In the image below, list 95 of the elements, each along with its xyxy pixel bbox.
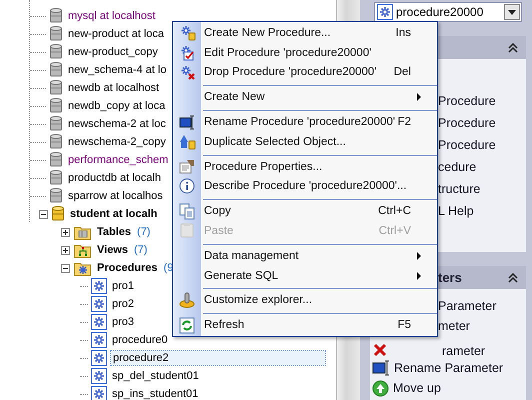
panel-link[interactable]: L Help	[438, 204, 474, 218]
database-icon	[50, 152, 62, 168]
database-icon	[50, 116, 62, 132]
info-icon	[178, 178, 196, 195]
item-count: (7)	[134, 244, 148, 256]
collapse-icon[interactable]	[508, 272, 518, 282]
database-icon	[52, 206, 64, 222]
database-label[interactable]: mysql at localhost	[66, 9, 158, 23]
rename-icon	[178, 114, 196, 131]
collapse-icon[interactable]	[61, 264, 70, 272]
panel-link[interactable]: Move up	[393, 381, 441, 395]
database-label[interactable]: productdb at localh	[66, 171, 163, 185]
procedure-item[interactable]: sp_del_student01	[110, 369, 201, 383]
procedure-item[interactable]: pro2	[110, 297, 136, 311]
panel-link[interactable]: rameter	[442, 344, 486, 358]
database-icon	[50, 170, 62, 186]
expand-icon[interactable]	[61, 246, 70, 254]
menu-item[interactable]: Data management	[173, 246, 437, 266]
panel-title: ters	[438, 270, 462, 285]
paste-icon	[178, 222, 196, 240]
folder-icon	[74, 224, 91, 240]
folder-icon	[74, 242, 91, 258]
database-label[interactable]: newdb at localhost	[66, 81, 162, 95]
procedure-icon	[91, 368, 107, 384]
copy-icon	[178, 202, 196, 220]
database-label[interactable]: new-product_copy	[66, 45, 160, 59]
database-icon	[50, 26, 62, 42]
database-icon	[50, 134, 62, 150]
procedure-item[interactable]: procedure2	[110, 350, 326, 366]
item-count: (7)	[137, 226, 150, 238]
dropdown-arrow-icon[interactable]	[508, 10, 516, 14]
database-icon	[50, 98, 62, 114]
expand-icon[interactable]	[61, 228, 70, 236]
menu-item[interactable]: Procedure Properties...	[173, 156, 437, 176]
procedure-icon	[91, 278, 107, 294]
menu-item[interactable]: Generate SQL	[173, 266, 437, 286]
folder-label[interactable]: Views	[95, 243, 130, 257]
database-label[interactable]: newdb_copy at loca	[66, 99, 168, 113]
database-icon	[50, 8, 62, 24]
collapse-icon[interactable]	[508, 42, 518, 52]
submenu-arrow-icon	[417, 93, 421, 102]
panel-link[interactable]: meter	[438, 319, 470, 333]
procedure-icon	[91, 296, 107, 312]
menu-item[interactable]: Duplicate Selected Object...	[173, 132, 437, 152]
procedure-icon	[91, 314, 107, 330]
gear-delete-icon	[178, 64, 196, 81]
database-icon	[50, 62, 62, 78]
menu-item[interactable]: Copy Ctrl+C	[173, 201, 437, 222]
panel-link[interactable]: Rename Parameter	[394, 361, 504, 375]
database-label[interactable]: newschema-2_copy	[66, 135, 168, 149]
panel-link[interactable]: Procedure	[438, 94, 496, 108]
database-label[interactable]: newschema-2 at loc	[66, 117, 168, 131]
object-dropdown[interactable]: procedure20000	[374, 2, 522, 22]
submenu-arrow-icon	[417, 252, 421, 260]
database-label[interactable]: new-product at loca	[66, 27, 166, 41]
refresh-icon	[178, 316, 196, 334]
menu-item[interactable]: Create New	[173, 87, 437, 108]
gear-database-icon	[178, 24, 196, 42]
arrow-up-icon	[372, 380, 389, 396]
menu-item[interactable]: Describe Procedure 'procedure20000'...	[173, 176, 437, 196]
panel-link[interactable]: Procedure	[438, 138, 496, 152]
panel-link[interactable]: tructure	[438, 182, 480, 196]
procedure-item[interactable]: sp_ins_student01	[110, 387, 200, 400]
procedure-icon	[91, 332, 107, 348]
menu-item[interactable]: Refresh F5	[173, 315, 437, 335]
menu-item[interactable]: Customize explorer...	[173, 290, 437, 310]
menu-item[interactable]: Rename Procedure 'procedure20000' F2	[173, 112, 437, 132]
database-label[interactable]: performance_schem	[66, 153, 170, 167]
procedure-item[interactable]: pro1	[110, 279, 136, 293]
database-icon	[50, 80, 62, 96]
procedure-icon	[91, 350, 107, 366]
panel-link[interactable]: Parameter	[438, 299, 496, 313]
menu-item[interactable]: Create New Procedure... Ins	[173, 23, 437, 43]
panel-link[interactable]: cedure	[438, 160, 476, 174]
rename-icon	[372, 360, 390, 376]
collapse-icon[interactable]	[39, 210, 48, 218]
database-label[interactable]: sparrow at localhos	[66, 189, 165, 203]
procedure-item[interactable]: pro3	[110, 315, 136, 329]
database-icon	[50, 44, 62, 60]
submenu-arrow-icon	[417, 272, 421, 280]
delete-icon	[372, 342, 388, 358]
gear-check-icon	[178, 44, 196, 62]
customize-icon	[178, 292, 196, 309]
duplicate-icon	[178, 133, 196, 150]
properties-icon	[178, 158, 196, 176]
menu-item[interactable]: Drop Procedure 'procedure20000' Del	[173, 62, 437, 82]
folder-label[interactable]: Procedures	[95, 261, 160, 275]
folder-icon	[74, 260, 91, 276]
panel-link[interactable]: Procedure	[438, 116, 496, 130]
database-label[interactable]: new_schema-4 at lo	[66, 63, 168, 77]
procedure-item[interactable]: procedure0	[110, 333, 170, 347]
menu-item[interactable]: Edit Procedure 'procedure20000'	[173, 42, 437, 63]
database-label[interactable]: student at localh	[68, 207, 160, 221]
folder-label[interactable]: Tables	[95, 225, 134, 239]
database-icon	[50, 188, 62, 204]
